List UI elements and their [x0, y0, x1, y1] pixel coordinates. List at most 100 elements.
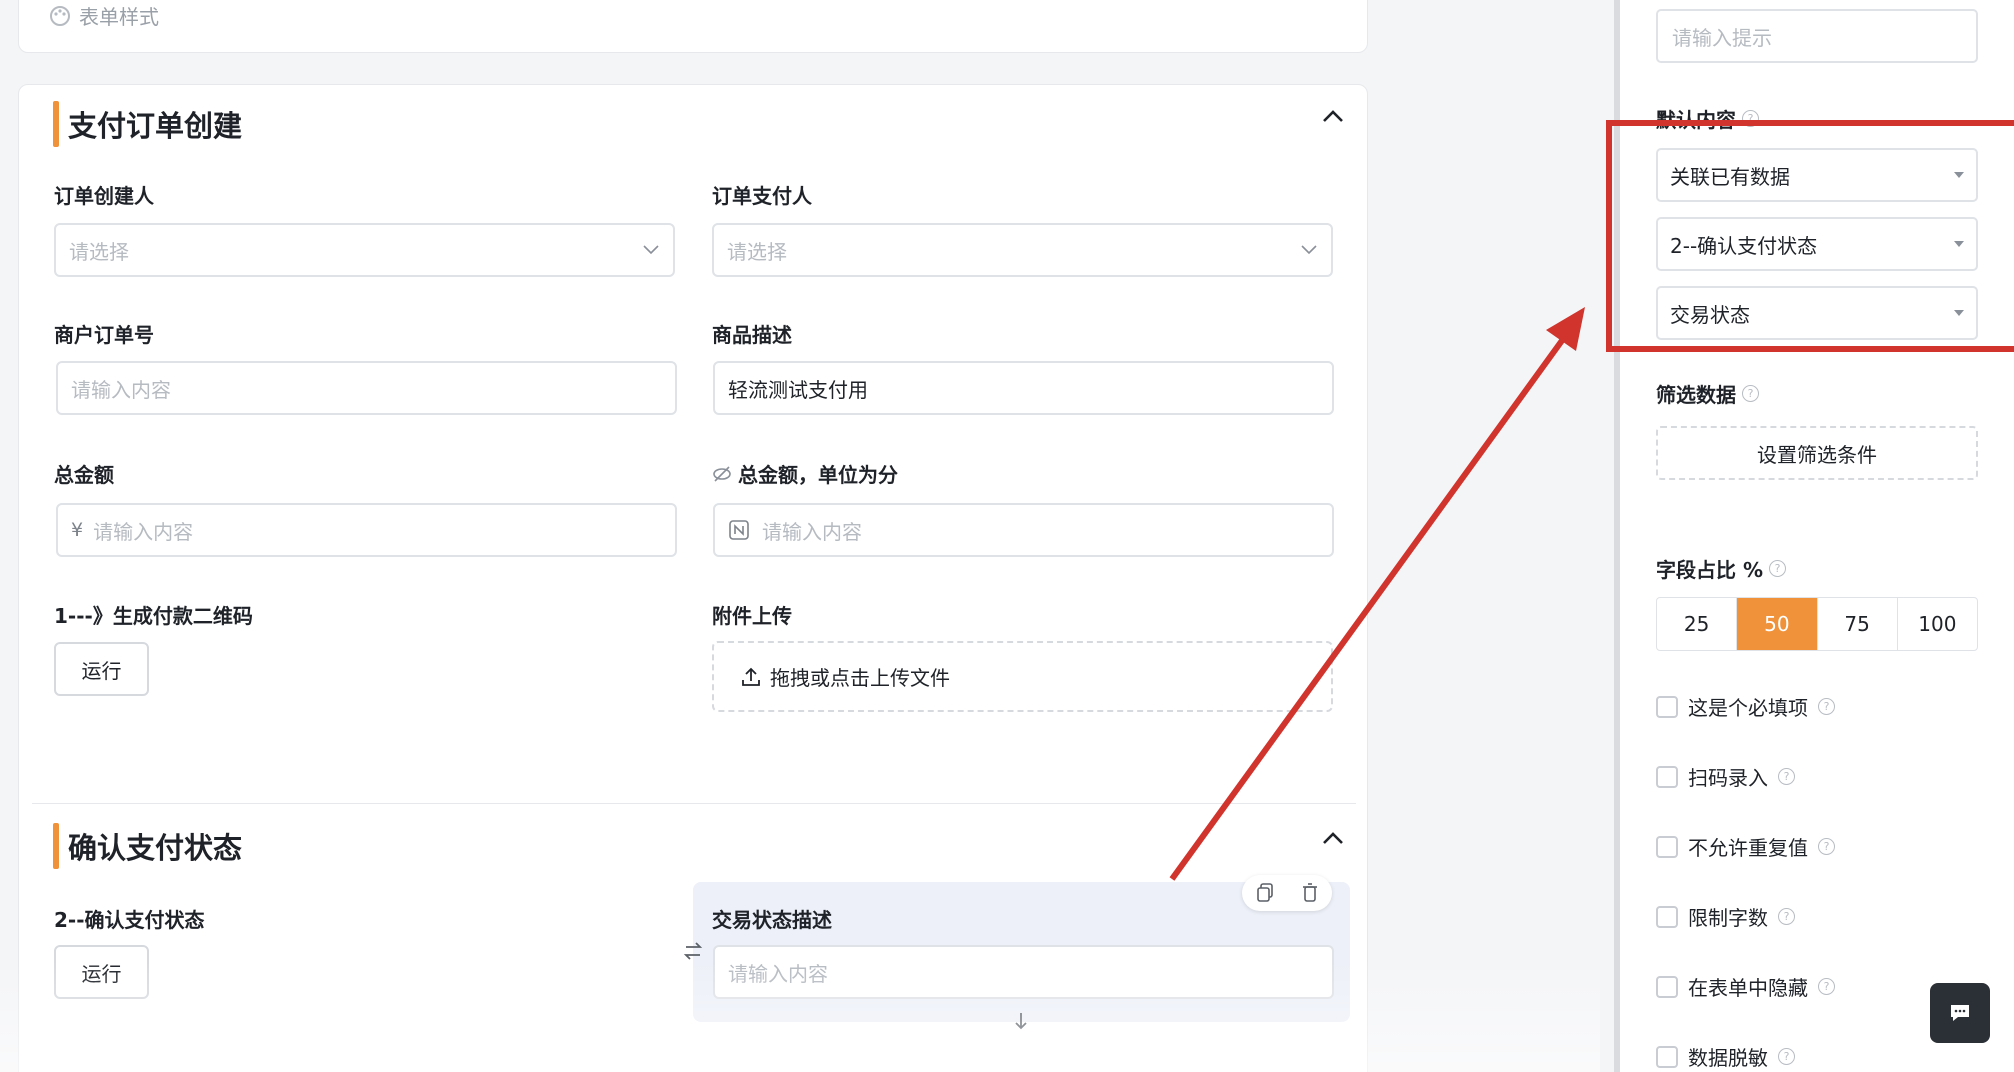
checkbox-label: 扫码录入 [1688, 766, 1768, 790]
collapse-chevron-icon[interactable] [1320, 826, 1346, 852]
checkbox-no-duplicate[interactable]: 不允许重复值 ? [1656, 832, 1835, 861]
chat-button[interactable] [1930, 983, 1990, 1043]
ratio-option-50[interactable]: 50 [1737, 598, 1818, 650]
run-button-qrcode[interactable]: 运行 [54, 642, 149, 696]
default-source-value: 关联已有数据 [1670, 164, 1790, 189]
payer-select[interactable]: 请选择 [712, 223, 1333, 277]
checkbox-box[interactable] [1656, 975, 1678, 998]
chevron-down-icon [643, 245, 659, 255]
checkbox-label: 限制字数 [1688, 906, 1768, 930]
swap-icon[interactable] [682, 940, 704, 962]
default-content-label: 默认内容 ? [1656, 104, 1759, 133]
default-field-select[interactable]: 交易状态 [1656, 286, 1978, 340]
caret-down-icon [1954, 310, 1964, 316]
upload-icon [742, 667, 760, 686]
trade-desc-input[interactable]: 请输入内容 [713, 945, 1334, 999]
set-filter-button[interactable]: 设置筛选条件 [1656, 426, 1978, 480]
hint-placeholder: 请输入提示 [1672, 25, 1772, 50]
checkbox-box[interactable] [1656, 765, 1678, 788]
ratio-label: 字段占比 % ? [1656, 554, 1787, 583]
number-field-icon [729, 520, 749, 540]
amount-label: 总金额 [54, 463, 114, 487]
run-button-confirm[interactable]: 运行 [54, 945, 149, 999]
caret-down-icon [1954, 241, 1964, 247]
qrcode-label: 1---》生成付款二维码 [54, 604, 253, 628]
amount-cents-label: 总金额，单位为分 [712, 459, 898, 488]
amount-placeholder: 请输入内容 [93, 519, 194, 544]
checkbox-box[interactable] [1656, 905, 1678, 928]
checkbox-hide-in-form[interactable]: 在表单中隐藏 ? [1656, 972, 1835, 1001]
ratio-option-100[interactable]: 100 [1898, 598, 1977, 650]
section-title-text: 支付订单创建 [68, 109, 243, 143]
help-icon[interactable]: ? [1742, 110, 1759, 127]
checkbox-char-limit[interactable]: 限制字数 ? [1656, 902, 1795, 931]
desc-input[interactable]: 轻流测试支付用 [713, 361, 1334, 415]
hint-input[interactable]: 请输入提示 [1656, 9, 1978, 63]
help-icon[interactable]: ? [1778, 1048, 1795, 1065]
creator-label: 订单创建人 [54, 184, 154, 208]
desc-label: 商品描述 [712, 323, 792, 347]
checkbox-label: 不允许重复值 [1688, 836, 1808, 860]
chat-icon [1951, 1005, 1969, 1021]
section-title-payment-create: 支付订单创建 [53, 101, 242, 147]
help-icon[interactable]: ? [1769, 560, 1787, 577]
help-icon[interactable]: ? [1818, 838, 1835, 855]
arrow-down-icon[interactable] [1011, 1010, 1031, 1032]
creator-placeholder: 请选择 [69, 239, 129, 264]
amount-cents-placeholder: 请输入内容 [762, 519, 862, 544]
trade-desc-placeholder: 请输入内容 [728, 961, 828, 986]
collapse-chevron-icon[interactable] [1320, 104, 1346, 130]
checkbox-label: 数据脱敏 [1688, 1046, 1768, 1070]
checkbox-scan-input[interactable]: 扫码录入 ? [1656, 762, 1795, 791]
amount-input[interactable]: ¥ 请输入内容 [56, 503, 677, 557]
file-upload-dropzone[interactable]: 拖拽或点击上传文件 [712, 641, 1333, 712]
form-style-label: 表单样式 [79, 5, 159, 29]
checkbox-box[interactable] [1656, 835, 1678, 858]
caret-down-icon [1954, 172, 1964, 178]
section-title-confirm-status: 确认支付状态 [53, 823, 242, 869]
section-divider [32, 803, 1356, 804]
creator-select[interactable]: 请选择 [54, 223, 675, 277]
form-style-row[interactable]: 表单样式 [49, 1, 159, 30]
upload-text: 拖拽或点击上传文件 [770, 666, 950, 690]
copy-icon[interactable] [1256, 883, 1274, 903]
help-icon[interactable]: ? [1742, 385, 1759, 402]
ratio-label-text: 字段占比 % [1656, 558, 1764, 582]
checkbox-box[interactable] [1656, 695, 1678, 718]
yuan-icon: ¥ [71, 519, 84, 541]
checkbox-label: 在表单中隐藏 [1688, 976, 1808, 1000]
section-title-text: 确认支付状态 [68, 831, 243, 865]
payer-label: 订单支付人 [712, 184, 812, 208]
ratio-option-25[interactable]: 25 [1657, 598, 1738, 650]
checkbox-required[interactable]: 这是个必填项 ? [1656, 692, 1835, 721]
help-icon[interactable]: ? [1818, 978, 1835, 995]
confirm-status-label: 2--确认支付状态 [54, 908, 205, 932]
section-accent-bar [53, 823, 59, 869]
merchant-no-input[interactable]: 请输入内容 [56, 361, 677, 415]
merchant-no-label: 商户订单号 [54, 323, 154, 347]
default-field-value: 交易状态 [1670, 302, 1750, 327]
help-icon[interactable]: ? [1818, 698, 1835, 715]
trade-desc-label: 交易状态描述 [712, 908, 832, 932]
checkbox-label: 这是个必填项 [1688, 696, 1808, 720]
merchant-no-placeholder: 请输入内容 [71, 377, 171, 402]
attach-label: 附件上传 [712, 604, 792, 628]
chevron-down-icon [1301, 245, 1317, 255]
eye-off-icon [713, 465, 731, 482]
palette-icon [50, 5, 70, 26]
checkbox-data-mask[interactable]: 数据脱敏 ? [1656, 1042, 1795, 1071]
amount-cents-input[interactable]: 请输入内容 [713, 503, 1334, 557]
default-content-label-text: 默认内容 [1656, 108, 1736, 132]
ratio-option-75[interactable]: 75 [1818, 598, 1898, 650]
ratio-segmented-control: 25 50 75 100 [1656, 597, 1978, 651]
help-icon[interactable]: ? [1778, 768, 1795, 785]
payer-placeholder: 请选择 [727, 239, 787, 264]
filter-label-text: 筛选数据 [1656, 383, 1736, 407]
help-icon[interactable]: ? [1778, 908, 1795, 925]
amount-cents-label-text: 总金额，单位为分 [738, 463, 898, 487]
trash-icon[interactable] [1301, 883, 1319, 903]
checkbox-box[interactable] [1656, 1045, 1678, 1068]
default-source-select[interactable]: 关联已有数据 [1656, 148, 1978, 202]
default-form-select[interactable]: 2--确认支付状态 [1656, 217, 1978, 271]
form-style-card: 表单样式 [18, 0, 1368, 53]
